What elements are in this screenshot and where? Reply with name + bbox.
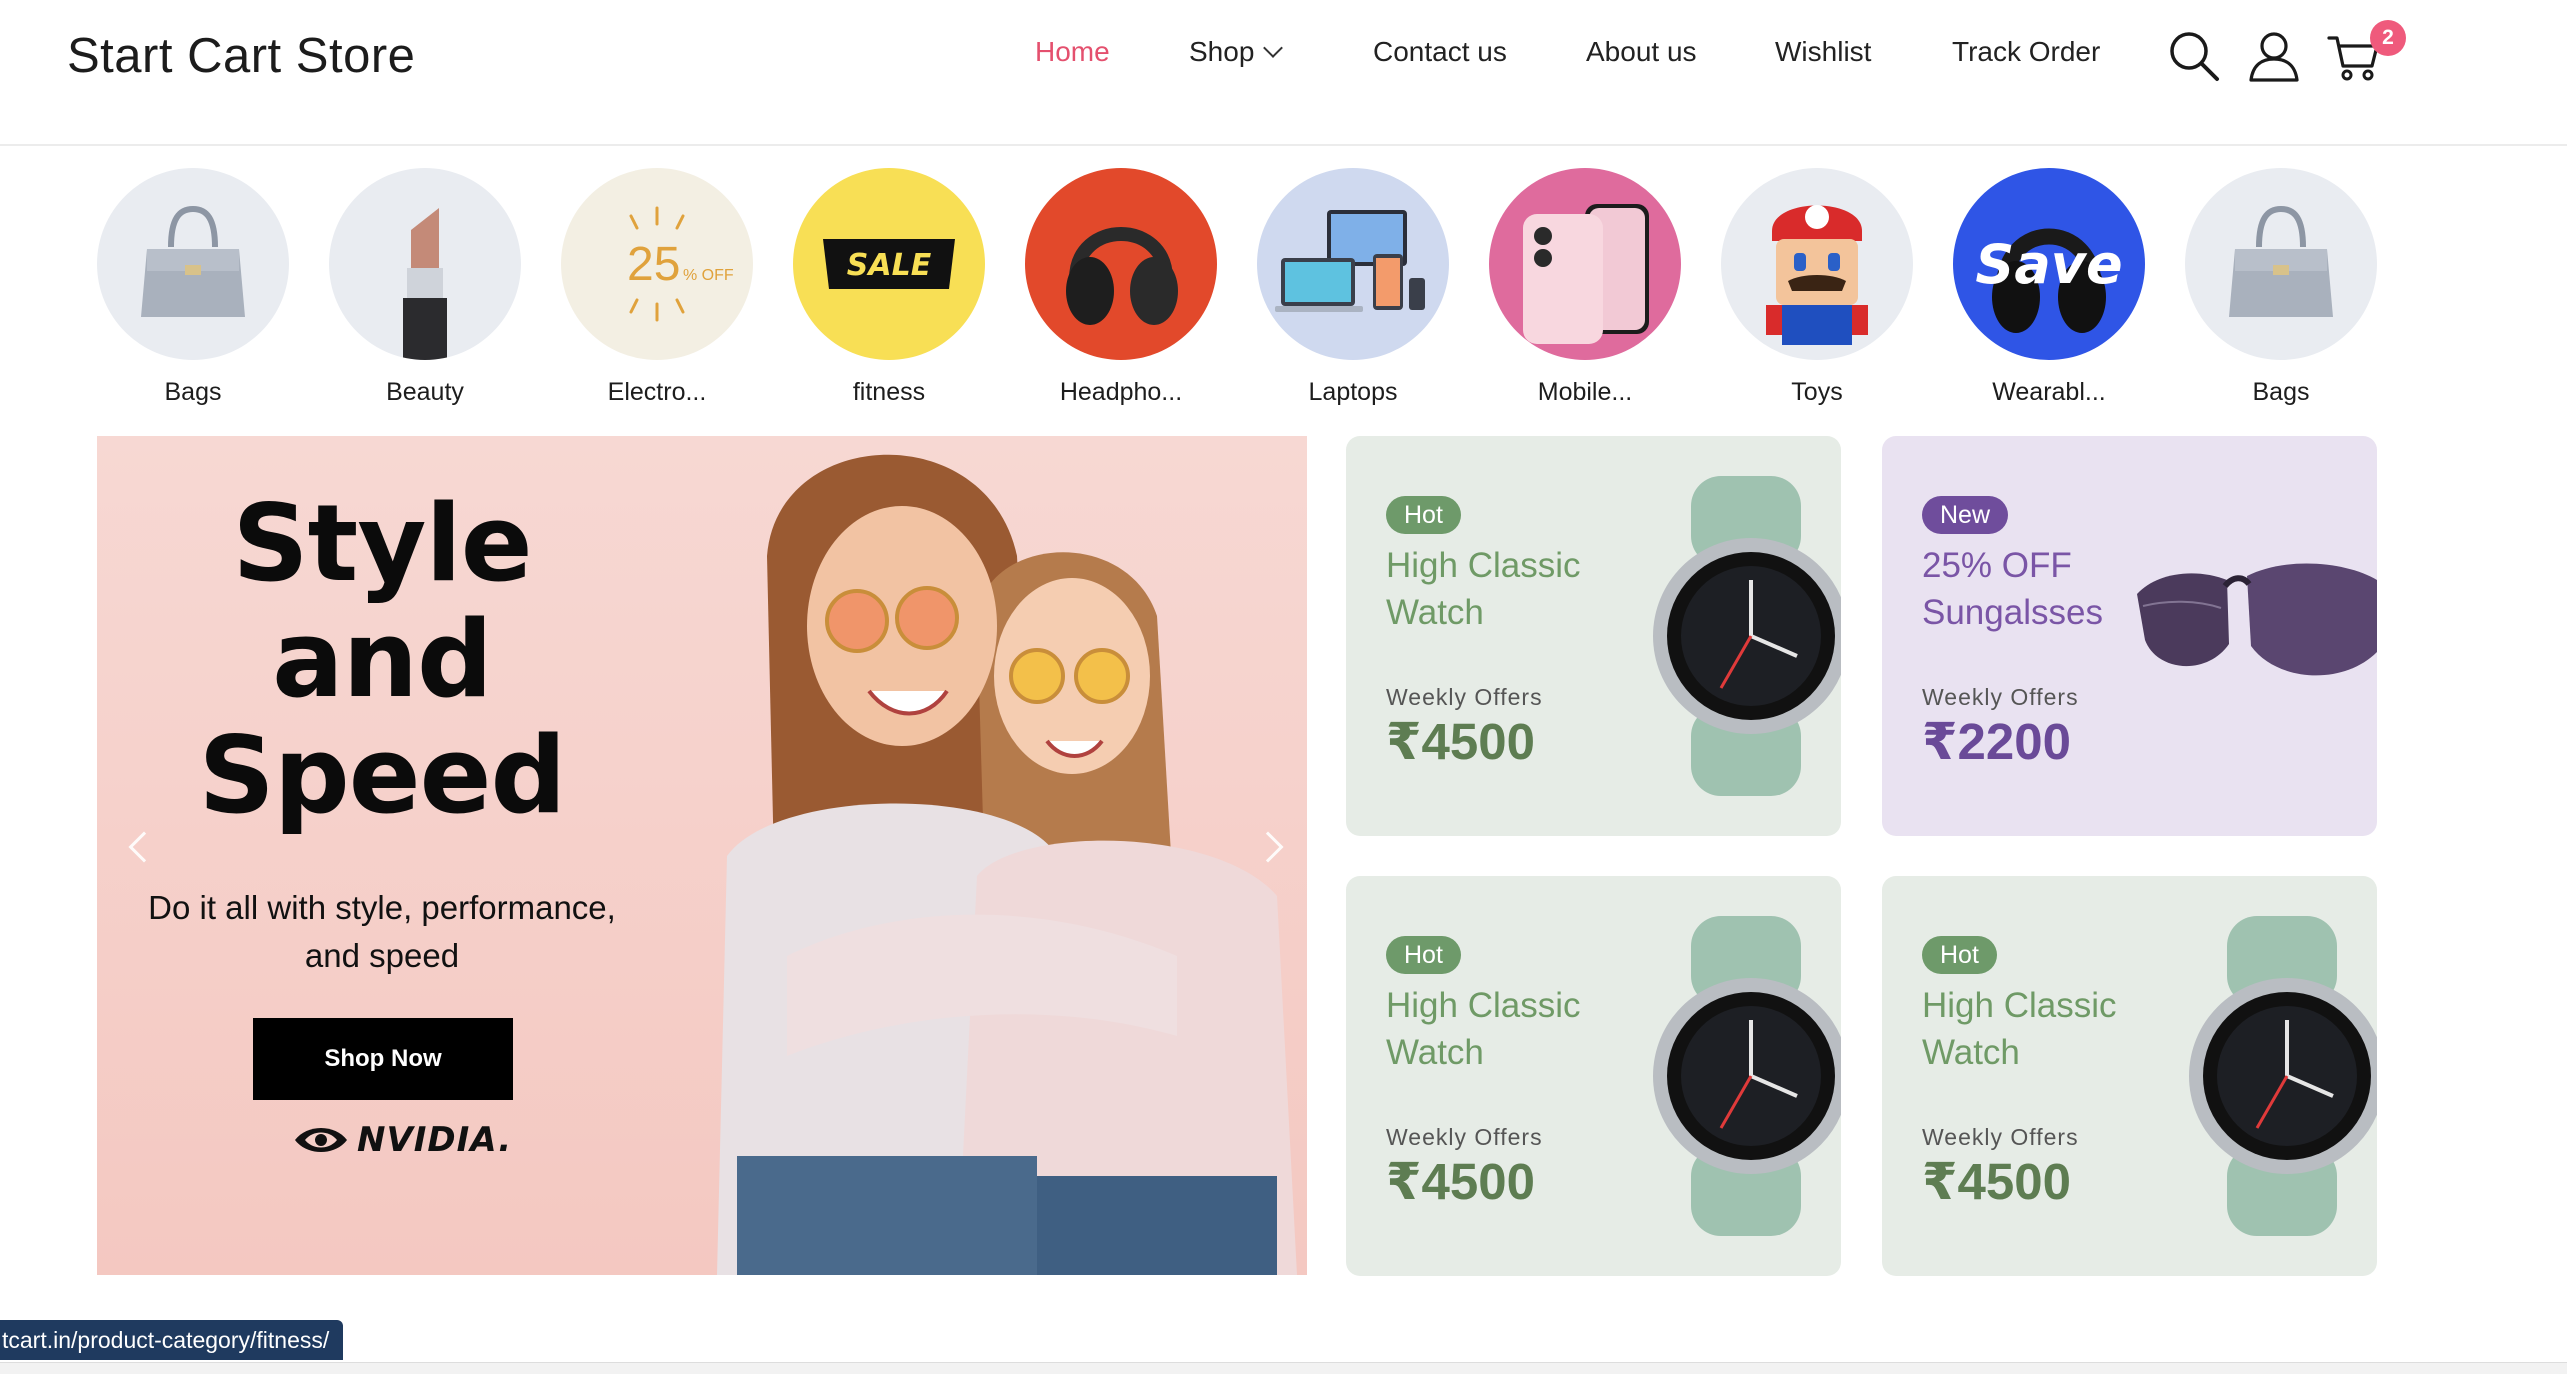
category-image [2185,168,2377,360]
hero-models-image [717,454,1297,1275]
sunglasses-image [2137,563,2377,676]
category-image: Save [1953,168,2145,360]
category-strip: Bags Beauty 25 % OFF Electro... SALE fit… [97,168,2397,418]
category-image: SALE [793,168,985,360]
nvidia-logo: NVIDIA. [293,1118,512,1162]
brand-logo[interactable]: Start Cart Store [67,28,415,84]
promo-badge: Hot [1386,496,1461,534]
nav-about[interactable]: About us [1586,36,1697,68]
nvidia-logo-text: NVIDIA. [357,1120,513,1160]
promo-price: ₹2200 [1922,713,2071,770]
category-label: Headpho... [1059,378,1183,406]
promo-title: High Classic Watch [1386,986,1581,1072]
smartwatch-image [2189,916,2377,1236]
discount-unit: % OFF [683,267,734,284]
category-image [1025,168,1217,360]
devices-icon [1275,210,1425,312]
promo-price: ₹4500 [1922,1153,2071,1210]
smartwatch-image [1653,476,1841,796]
promo-badge: Hot [1386,936,1461,974]
promo-card-watch-2[interactable]: Hot High Classic Watch Weekly Offers ₹45… [1346,876,1841,1276]
category-fitness[interactable]: SALE fitness [793,168,985,407]
category-bags-2[interactable]: Bags [2185,168,2377,407]
category-image [1257,168,1449,360]
promo-subtitle: Weekly Offers [1922,684,2079,710]
promo-title: High Classic Watch [1922,986,2117,1072]
status-bar-url: tcart.in/product-category/fitness/ [0,1320,344,1360]
lipstick-icon [403,208,447,360]
category-label: fitness [852,378,926,406]
save-text: Save [1975,233,2122,296]
promo-card-watch-1[interactable]: Hot High Classic Watch Weekly Offers ₹45… [1346,436,1841,836]
hero-title-line: Style [232,482,532,605]
promo-subtitle: Weekly Offers [1386,684,1543,710]
category-image [1489,168,1681,360]
category-label: Beauty [386,378,464,406]
nav-shop[interactable]: Shop [1189,36,1284,68]
sale-tag-icon: SALE [823,239,955,289]
nav-contact[interactable]: Contact us [1373,36,1507,68]
discount-25-icon: 25 % OFF [627,206,734,322]
search-icon[interactable] [2166,28,2222,84]
promo-price: ₹4500 [1386,713,1535,770]
category-bags[interactable]: Bags [97,168,289,407]
category-electronics[interactable]: 25 % OFF Electro... [561,168,753,407]
site-header: Start Cart Store Home Shop Contact us Ab… [0,0,2567,146]
category-image [329,168,521,360]
promo-badge: Hot [1922,936,1997,974]
hero-title: Style and Speed [97,486,667,834]
category-label: Mobile... [1537,378,1633,406]
category-image [1721,168,1913,360]
user-icon[interactable] [2246,28,2302,84]
category-beauty[interactable]: Beauty [329,168,521,407]
promo-price: ₹4500 [1386,1153,1535,1210]
smartwatch-image [1653,916,1841,1236]
category-label: Laptops [1308,378,1398,406]
save-headphones-icon: Save [1975,228,2123,333]
category-laptops[interactable]: Laptops [1257,168,1449,407]
toy-figure-icon [1766,205,1868,345]
headphones-icon [1066,227,1178,325]
hero-subtitle: Do it all with style, performance, and s… [148,889,616,974]
cart-count-badge: 2 [2370,20,2406,56]
hero-title-line: and [272,598,493,721]
shop-now-button[interactable]: Shop Now [253,1018,513,1100]
handbag-icon [2229,205,2333,317]
promo-subtitle: Weekly Offers [1386,1124,1543,1150]
sale-tag-text: SALE [847,248,932,283]
category-wearables[interactable]: Save Wearabl... [1953,168,2145,407]
category-label: Bags [2252,378,2310,406]
category-image: 25 % OFF [561,168,753,360]
hero-title-line: Speed [198,714,567,837]
category-label: Toys [1791,378,1843,406]
category-headphones[interactable]: Headpho... [1025,168,1217,407]
category-mobiles[interactable]: Mobile... [1489,168,1681,407]
smartphone-icon [1523,204,1649,344]
promo-badge: New [1922,496,2009,534]
nav-wishlist[interactable]: Wishlist [1775,36,1871,68]
nav-track-order[interactable]: Track Order [1952,36,2100,68]
hero-prev-arrow[interactable] [128,831,160,863]
category-label: Wearabl... [1992,378,2106,406]
chevron-down-icon [1263,38,1284,58]
promo-subtitle: Weekly Offers [1922,1124,2079,1150]
discount-number: 25 [627,238,680,291]
nvidia-eye-icon [295,1128,347,1152]
promo-card-watch-3[interactable]: Hot High Classic Watch Weekly Offers ₹45… [1882,876,2377,1276]
handbag-icon [141,205,245,317]
hero-banner: Style and Speed Do it all with style, pe… [97,436,1307,1275]
category-image [97,168,289,360]
nav-home[interactable]: Home [1035,36,1110,68]
category-label: Bags [164,378,222,406]
promo-card-sunglasses[interactable]: New 25% OFF Sungalsses Weekly Offers ₹22… [1882,436,2377,836]
category-label: Electro... [607,378,707,406]
nav-shop-label: Shop [1189,36,1255,67]
horizontal-scrollbar[interactable] [0,1362,2567,1374]
category-toys[interactable]: Toys [1721,168,1913,407]
promo-title: 25% OFF Sungalsses [1922,546,2103,632]
promo-title: High Classic Watch [1386,546,1581,632]
